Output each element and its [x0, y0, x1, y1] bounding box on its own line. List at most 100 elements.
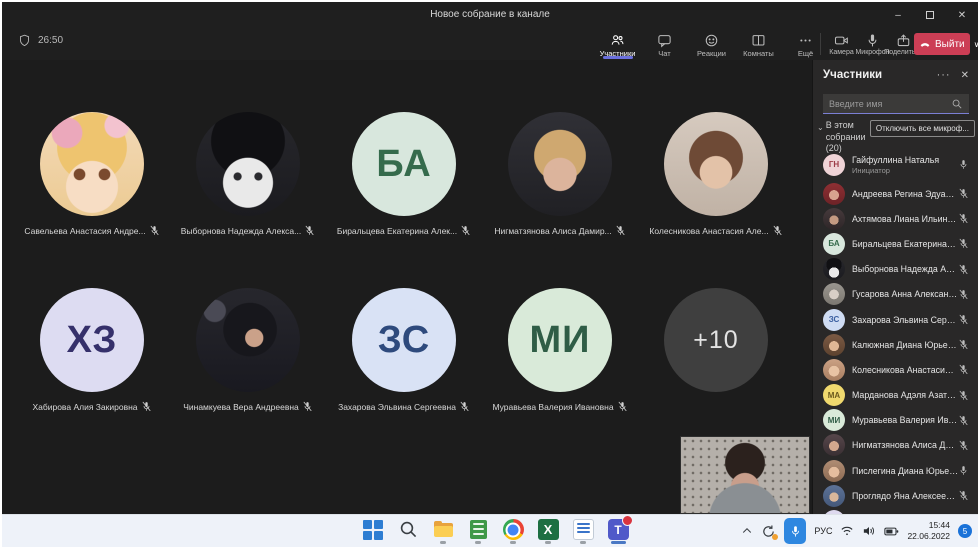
- mic-status-icon[interactable]: [958, 289, 969, 300]
- windows-logo-icon: [363, 519, 384, 540]
- tab-label: Реакции: [697, 49, 726, 58]
- search-icon: [951, 98, 963, 110]
- journal-app-button[interactable]: [465, 518, 491, 546]
- panel-close-icon[interactable]: ✕: [961, 70, 969, 81]
- leave-options-chevron[interactable]: ∨: [970, 40, 980, 49]
- self-view-video[interactable]: [680, 436, 810, 514]
- participant-tile[interactable]: ХЗ Хабирова Алия Закировна: [14, 280, 170, 456]
- participant-name: Колесникова Анастасия Алекса...: [852, 365, 958, 375]
- participant-row[interactable]: МА Марданова Адэля Азатовна: [813, 383, 978, 408]
- taskbar-apps: X T: [360, 518, 631, 546]
- excel-icon: X: [538, 519, 559, 540]
- tab-participants[interactable]: Участники: [594, 30, 641, 58]
- participant-name: Захарова Эльвина Сергеевна: [338, 402, 456, 412]
- participants-panel: Участники ··· ✕ ⌄ В этом собрании (20) О…: [812, 60, 978, 514]
- camera-button[interactable]: Камера: [826, 30, 857, 56]
- tray-mic-button[interactable]: [784, 518, 806, 544]
- language-indicator[interactable]: РУС: [814, 526, 832, 536]
- participant-row[interactable]: Нигматзянова Алиса Дамировна: [813, 433, 978, 458]
- participant-name: Колесникова Анастасия Але...: [649, 226, 768, 236]
- mic-status-icon[interactable]: [958, 440, 969, 451]
- volume-icon[interactable]: [862, 525, 876, 537]
- participant-row[interactable]: Калюжная Диана Юрьевна: [813, 332, 978, 357]
- mic-status-icon[interactable]: [958, 159, 969, 170]
- participant-tile[interactable]: +10: [638, 280, 794, 456]
- participant-avatar: БА: [352, 112, 456, 216]
- tab-reactions[interactable]: Реакции: [688, 30, 735, 58]
- mic-status-icon[interactable]: [958, 465, 969, 476]
- tab-rooms[interactable]: Комнаты: [735, 30, 782, 58]
- participant-row[interactable]: Колесникова Анастасия Алекса...: [813, 357, 978, 382]
- notification-count-badge[interactable]: 5: [958, 524, 972, 538]
- leave-button[interactable]: Выйти ∨: [914, 33, 970, 55]
- mic-status-icon[interactable]: [958, 213, 969, 224]
- wifi-icon[interactable]: [840, 525, 854, 537]
- taskbar-clock[interactable]: 15:44 22.06.2022: [907, 520, 950, 541]
- tab-label: Комнаты: [743, 49, 774, 58]
- participant-tile[interactable]: Колесникова Анастасия Але...: [638, 104, 794, 280]
- participant-row[interactable]: ГН Гайфуллина Наталья Инициатор: [813, 148, 978, 181]
- teams-button[interactable]: T: [605, 518, 631, 546]
- participant-tile[interactable]: Нигматзянова Алиса Дамир...: [482, 104, 638, 280]
- participant-row[interactable]: Андреева Регина Эдуардовна: [813, 181, 978, 206]
- collapse-chevron-icon[interactable]: ⌄: [817, 123, 824, 132]
- notification-badge: [622, 515, 633, 526]
- mic-status-icon: [149, 225, 160, 236]
- mic-status-icon[interactable]: [958, 238, 969, 249]
- participant-name: Андреева Регина Эдуардовна: [852, 189, 958, 199]
- excel-button[interactable]: X: [535, 518, 561, 546]
- participant-tile[interactable]: Чинамкуева Вера Андреевна: [170, 280, 326, 456]
- sync-icon[interactable]: [761, 524, 776, 539]
- mic-status-icon[interactable]: [958, 490, 969, 501]
- participant-tile[interactable]: Савельева Анастасия Андре...: [14, 104, 170, 280]
- participant-tile[interactable]: ЗС Захарова Эльвина Сергеевна: [326, 280, 482, 456]
- chrome-icon: [503, 519, 524, 540]
- participant-row[interactable]: Проглядо Яна Алексеевна: [813, 483, 978, 508]
- mute-all-button[interactable]: Отключить все микроф...: [870, 120, 975, 137]
- chrome-button[interactable]: [500, 518, 526, 546]
- mic-status-icon[interactable]: [958, 314, 969, 325]
- participant-row[interactable]: Гусарова Анна Александровна: [813, 282, 978, 307]
- battery-icon[interactable]: [884, 526, 899, 537]
- start-button[interactable]: [360, 518, 386, 546]
- close-button[interactable]: ✕: [946, 2, 978, 28]
- participant-tile[interactable]: МИ Муравьева Валерия Ивановна: [482, 280, 638, 456]
- participant-avatar: [823, 258, 845, 280]
- office-doc-button[interactable]: [570, 518, 596, 546]
- participant-row[interactable]: Пислегина Диана Юрьевна: [813, 458, 978, 483]
- participant-avatar: [196, 288, 300, 392]
- participant-row[interactable]: ЗС Захарова Эльвина Сергеевна: [813, 307, 978, 332]
- document-icon: [573, 519, 594, 540]
- participant-tile[interactable]: Выборнова Надежда Алекса...: [170, 104, 326, 280]
- participant-name: Захарова Эльвина Сергеевна: [852, 315, 958, 325]
- participant-tile[interactable]: БА Биральцева Екатерина Алек...: [326, 104, 482, 280]
- minimize-button[interactable]: –: [882, 2, 914, 28]
- search-input[interactable]: [829, 99, 951, 109]
- taskbar-search-button[interactable]: [395, 518, 421, 546]
- tab-more[interactable]: Ещё: [782, 30, 829, 58]
- clock-time: 15:44: [907, 520, 950, 531]
- mic-status-icon[interactable]: [958, 415, 969, 426]
- mic-status-icon: [617, 401, 628, 412]
- participant-row[interactable]: Выборнова Надежда Александ...: [813, 257, 978, 282]
- participant-row[interactable]: БА Биральцева Екатерина Алекса...: [813, 231, 978, 256]
- mic-status-icon[interactable]: [958, 339, 969, 350]
- participant-avatar: [823, 460, 845, 482]
- maximize-button[interactable]: [914, 2, 946, 28]
- mic-status-icon[interactable]: [958, 390, 969, 401]
- mic-status-icon[interactable]: [958, 364, 969, 375]
- file-explorer-button[interactable]: [430, 518, 456, 546]
- title-bar: Новое собрание в канале – ✕: [2, 2, 978, 28]
- leave-label: Выйти: [935, 39, 965, 50]
- panel-more-icon[interactable]: ···: [937, 69, 951, 81]
- tab-chat[interactable]: Чат: [641, 30, 688, 58]
- mic-status-icon[interactable]: [958, 188, 969, 199]
- participant-search[interactable]: [823, 94, 969, 114]
- tray-chevron-icon[interactable]: [741, 525, 753, 537]
- mic-status-icon[interactable]: [958, 264, 969, 275]
- mic-status-icon: [459, 401, 470, 412]
- mic-status-icon: [460, 225, 471, 236]
- participant-row[interactable]: МИ Муравьева Валерия Ивановна: [813, 408, 978, 433]
- participant-avatar: [823, 183, 845, 205]
- participant-row[interactable]: Ахтямова Лиана Ильиновна: [813, 206, 978, 231]
